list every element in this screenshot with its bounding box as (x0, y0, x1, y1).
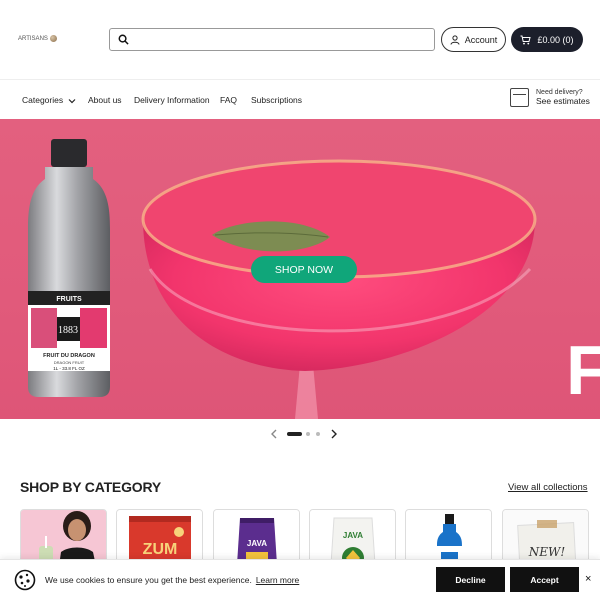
cookie-message: We use cookies to ensure you get the bes… (45, 575, 299, 585)
delivery-link: See estimates (536, 96, 590, 106)
nav-item-about-us[interactable]: About us (88, 95, 122, 105)
hero-banner[interactable]: F FRUITS 1883 FRUIT DU DRAGON DRAGON FRU… (0, 119, 600, 419)
bottle-sub: DRAGON FRUIT (54, 360, 85, 365)
search-input[interactable] (109, 28, 435, 51)
bottle-flavor: FRUIT DU DRAGON (43, 353, 95, 359)
cart-icon (520, 35, 532, 44)
carousel-controls (0, 425, 600, 443)
learn-more-link[interactable]: Learn more (256, 575, 299, 585)
shop-now-button[interactable]: SHOP NOW (251, 256, 357, 283)
decline-button[interactable]: Decline (436, 567, 505, 592)
hero-big-letter: F (566, 331, 600, 409)
bottle-brand: 1883 (58, 325, 78, 336)
logo-mark-icon (49, 35, 57, 42)
nav-item-faq[interactable]: FAQ (220, 95, 237, 105)
nav-item-label: Categories (22, 95, 64, 105)
delivery-estimates[interactable]: Need delivery? See estimates (510, 88, 590, 107)
nav-item-categories[interactable]: Categories (22, 95, 76, 105)
carousel-dot[interactable] (316, 432, 320, 436)
delivery-box-icon (510, 88, 529, 107)
cookie-message-text: We use cookies to ensure you get the bes… (45, 575, 252, 585)
carousel-dot[interactable] (306, 432, 310, 436)
logo-text: ARTISANS (18, 35, 48, 42)
carousel-dot-active[interactable] (287, 432, 302, 436)
nav-item-delivery-information[interactable]: Delivery Information (134, 95, 210, 105)
accept-button[interactable]: Accept (510, 567, 579, 592)
site-header: ARTISANS Account £0.00 (0) (0, 0, 600, 80)
delivery-prompt: Need delivery? (536, 89, 583, 96)
search-icon[interactable] (118, 34, 129, 45)
bottle-line1: FRUITS (56, 296, 82, 303)
zuma-label: ZUM (143, 541, 178, 558)
cart-total: £0.00 (0) (537, 34, 574, 45)
chevron-right-icon[interactable] (330, 429, 338, 439)
store-logo[interactable]: ARTISANS (18, 35, 57, 42)
cookie-icon (14, 569, 36, 591)
user-icon (450, 34, 460, 45)
nav-item-subscriptions[interactable]: Subscriptions (251, 95, 302, 105)
bottle-volume: 1L - 33.8 FL OZ (53, 366, 85, 371)
search-field[interactable] (136, 32, 426, 47)
account-button[interactable]: Account (441, 27, 506, 52)
java-white-label: JAVA (343, 531, 363, 540)
new-label: NEW! (528, 545, 566, 559)
view-all-collections-link[interactable]: View all collections (508, 482, 588, 493)
cart-button[interactable]: £0.00 (0) (511, 27, 583, 52)
close-icon[interactable]: × (585, 573, 591, 585)
chevron-left-icon[interactable] (270, 429, 278, 439)
java-label: JAVA (247, 539, 267, 548)
chevron-down-icon (69, 98, 76, 104)
section-title: SHOP BY CATEGORY (20, 479, 161, 495)
account-label: Account (464, 34, 498, 45)
